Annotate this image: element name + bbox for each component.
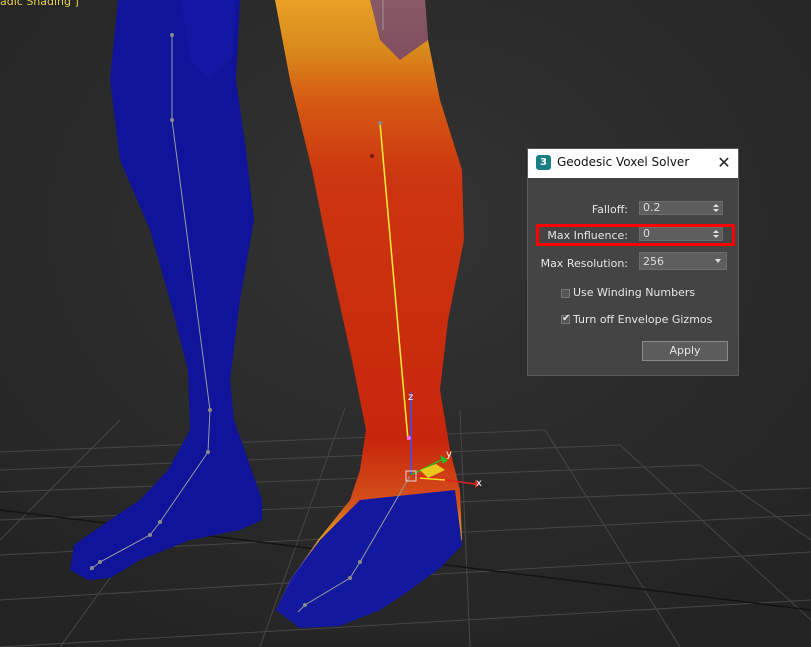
use-winding-numbers-label[interactable]: Use Winding Numbers xyxy=(573,286,695,299)
viewport-shading-label[interactable]: adic Shading ] xyxy=(0,0,79,8)
turn-off-envelope-gizmos-label[interactable]: Turn off Envelope Gizmos xyxy=(573,313,712,326)
max-influence-value[interactable]: 0 xyxy=(643,228,650,240)
gizmo-x-label: x xyxy=(476,478,482,489)
falloff-value[interactable]: 0.2 xyxy=(643,202,661,214)
max-resolution-dropdown[interactable]: 256 xyxy=(639,252,727,270)
use-winding-numbers-checkbox[interactable] xyxy=(561,289,570,298)
dialog-title: Geodesic Voxel Solver xyxy=(557,155,690,169)
apply-button[interactable]: Apply xyxy=(642,341,728,361)
falloff-label: Falloff: xyxy=(591,203,628,216)
chevron-down-icon xyxy=(715,259,721,263)
geodesic-voxel-solver-dialog: 3 Geodesic Voxel Solver ✕ Falloff: 0.2 M… xyxy=(527,148,739,376)
max-resolution-label: Max Resolution: xyxy=(540,257,628,270)
close-icon[interactable]: ✕ xyxy=(715,153,733,173)
gizmo-y-label: y xyxy=(446,449,452,460)
max-resolution-value: 256 xyxy=(643,255,664,268)
turn-off-envelope-gizmos-checkbox[interactable]: ✔ xyxy=(561,313,571,324)
spinner-arrows-icon[interactable] xyxy=(713,202,719,214)
falloff-spinner[interactable]: 0.2 xyxy=(639,201,723,215)
max-influence-spinner[interactable]: 0 xyxy=(639,227,723,241)
spinner-arrows-icon[interactable] xyxy=(713,228,719,240)
3ds-max-app-icon: 3 xyxy=(536,155,551,170)
max-influence-label: Max Influence: xyxy=(547,229,628,242)
dialog-titlebar[interactable]: 3 Geodesic Voxel Solver ✕ xyxy=(528,149,738,178)
gizmo-z-label: z xyxy=(408,392,413,403)
checkmark-icon: ✔ xyxy=(562,313,571,324)
